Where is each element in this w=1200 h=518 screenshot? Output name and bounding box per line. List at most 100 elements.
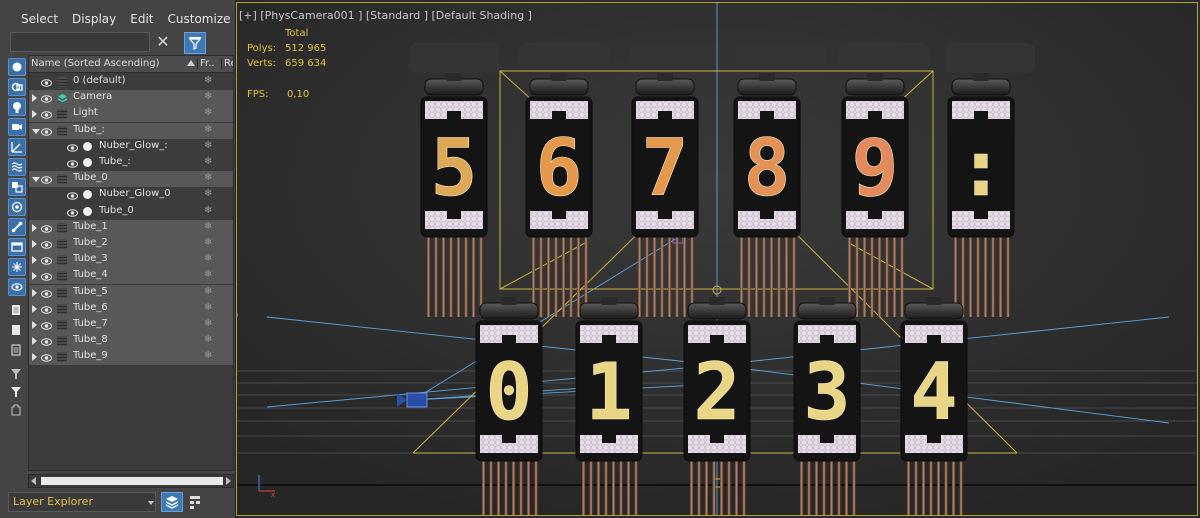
- eye-icon[interactable]: [41, 239, 52, 249]
- expand-closed-icon[interactable]: [32, 288, 37, 297]
- expand-closed-icon[interactable]: [32, 321, 37, 329]
- horizontal-scrollbar[interactable]: [28, 474, 234, 488]
- freeze-icon[interactable]: ❄: [204, 318, 212, 329]
- layer-options-icon[interactable]: [188, 494, 202, 510]
- freeze-icon[interactable]: ❄: [204, 350, 212, 361]
- freeze-icon[interactable]: ❄: [204, 334, 212, 345]
- eye-icon[interactable]: [67, 158, 78, 168]
- freeze-icon[interactable]: ❄: [204, 140, 212, 151]
- freeze-icon[interactable]: ❄: [204, 156, 212, 167]
- expand-closed-icon[interactable]: [32, 94, 37, 103]
- list-sheet-icon[interactable]: [8, 342, 26, 360]
- eye-icon[interactable]: [67, 207, 78, 217]
- expand-closed-icon[interactable]: [32, 337, 37, 346]
- spacewarps-filter-icon[interactable]: [8, 158, 26, 176]
- sheet-icon[interactable]: [8, 302, 26, 320]
- expand-open-icon[interactable]: [32, 177, 40, 183]
- geometry-filter-icon[interactable]: [8, 58, 26, 76]
- blank-sheet-icon[interactable]: [8, 322, 26, 340]
- eye-icon[interactable]: [41, 174, 52, 184]
- tree-row[interactable]: Nuber_Glow_: ❄: [29, 139, 233, 155]
- expand-closed-icon[interactable]: [32, 223, 37, 232]
- cameras-filter-icon[interactable]: [8, 118, 26, 136]
- expand-closed-icon[interactable]: [32, 304, 37, 313]
- freeze-icon[interactable]: ❄: [204, 107, 212, 118]
- eye-icon[interactable]: [41, 255, 52, 265]
- helpers-filter-icon[interactable]: [8, 138, 26, 156]
- eye-icon[interactable]: [41, 109, 52, 120]
- xrefs-filter-icon[interactable]: [8, 198, 26, 216]
- expand-closed-icon[interactable]: [32, 110, 37, 119]
- explorer-type-dropdown[interactable]: Layer Explorer: [8, 492, 156, 512]
- filter-toggle-button[interactable]: [184, 32, 206, 54]
- filter-funnel-outline-icon[interactable]: [8, 384, 26, 402]
- groups-filter-icon[interactable]: [8, 178, 26, 196]
- eye-icon[interactable]: [41, 288, 52, 298]
- tree-row[interactable]: Camera ❄: [29, 90, 233, 107]
- tree-row[interactable]: 0 (default) ❄: [29, 74, 233, 90]
- freeze-icon[interactable]: ❄: [204, 253, 212, 264]
- scroll-left-icon[interactable]: [31, 477, 36, 485]
- scrollbar-thumb[interactable]: [41, 477, 223, 485]
- freeze-icon[interactable]: ❄: [204, 269, 212, 280]
- layers-button[interactable]: [161, 492, 183, 512]
- lights-filter-icon[interactable]: [8, 98, 26, 116]
- bracket-icon[interactable]: [8, 402, 26, 420]
- eye-icon[interactable]: [41, 336, 52, 346]
- freeze-icon[interactable]: ❄: [204, 205, 212, 216]
- freeze-icon[interactable]: ❄: [204, 75, 212, 86]
- menu-edit[interactable]: Edit: [123, 8, 160, 30]
- close-icon[interactable]: ✕: [153, 33, 173, 53]
- camera-viewport[interactable]: 56789: 01234 [+] [PhysCamera001 ] [Stand…: [236, 2, 1198, 516]
- tree-row[interactable]: Tube_4 ❄: [29, 268, 233, 285]
- menu-select[interactable]: Select: [0, 8, 65, 30]
- freeze-icon[interactable]: ❄: [204, 124, 212, 135]
- expand-closed-icon[interactable]: [32, 353, 37, 362]
- tree-row[interactable]: Nuber_Glow_0 ❄: [29, 187, 233, 203]
- tree-row[interactable]: Tube_0 ❄: [29, 204, 233, 220]
- tree-row[interactable]: Tube_0 ❄: [29, 171, 233, 188]
- tree-row[interactable]: Tube_3 ❄: [29, 252, 233, 269]
- tree-row[interactable]: Tube_5 ❄: [29, 284, 233, 301]
- freeze-icon[interactable]: ❄: [204, 91, 212, 102]
- menu-customize[interactable]: Customize: [161, 8, 238, 30]
- filter-funnel-icon[interactable]: [8, 366, 26, 384]
- bones-filter-icon[interactable]: [8, 218, 26, 236]
- eye-icon[interactable]: [67, 190, 78, 201]
- shapes-filter-icon[interactable]: [8, 78, 26, 96]
- eye-icon[interactable]: [41, 320, 52, 330]
- tree-row[interactable]: Light ❄: [29, 106, 233, 123]
- tree-row[interactable]: Tube_: ❄: [29, 155, 233, 171]
- containers-filter-icon[interactable]: [8, 238, 26, 256]
- eye-icon[interactable]: [41, 223, 52, 233]
- eye-icon[interactable]: [41, 77, 52, 87]
- expand-closed-icon[interactable]: [32, 272, 37, 281]
- eye-icon[interactable]: [8, 278, 26, 296]
- search-input[interactable]: [10, 32, 150, 52]
- freeze-icon[interactable]: ❄: [204, 302, 212, 313]
- freeze-icon[interactable]: ❄: [204, 221, 212, 232]
- freeze-icon[interactable]: ❄: [204, 188, 212, 199]
- tree-row[interactable]: Tube_8 ❄: [29, 333, 233, 350]
- tree-row[interactable]: Tube_9 ❄: [29, 349, 233, 366]
- freeze-icon[interactable]: ❄: [204, 286, 212, 297]
- tree-row[interactable]: Tube_6 ❄: [29, 300, 233, 317]
- eye-icon[interactable]: [41, 126, 52, 136]
- expand-open-icon[interactable]: [32, 128, 40, 134]
- render-column-header[interactable]: Re: [221, 58, 233, 69]
- particles-filter-icon[interactable]: [8, 258, 26, 276]
- tree-row[interactable]: Tube_7 ❄: [29, 317, 233, 333]
- freeze-icon[interactable]: ❄: [204, 172, 212, 183]
- eye-icon[interactable]: [41, 352, 52, 363]
- tree-row[interactable]: Tube_2 ❄: [29, 236, 233, 252]
- tree-row[interactable]: Tube_1 ❄: [29, 219, 233, 236]
- eye-icon[interactable]: [41, 304, 52, 314]
- name-column-header[interactable]: Name (Sorted Ascending): [31, 58, 181, 69]
- freeze-icon[interactable]: ❄: [204, 237, 212, 248]
- expand-closed-icon[interactable]: [32, 256, 37, 265]
- viewport-label[interactable]: [+] [PhysCamera001 ] [Standard ] [Defaul…: [239, 9, 532, 22]
- tree-row[interactable]: Tube_: ❄: [29, 122, 233, 139]
- eye-icon[interactable]: [41, 93, 52, 103]
- eye-icon[interactable]: [41, 271, 52, 282]
- eye-icon[interactable]: [67, 142, 78, 152]
